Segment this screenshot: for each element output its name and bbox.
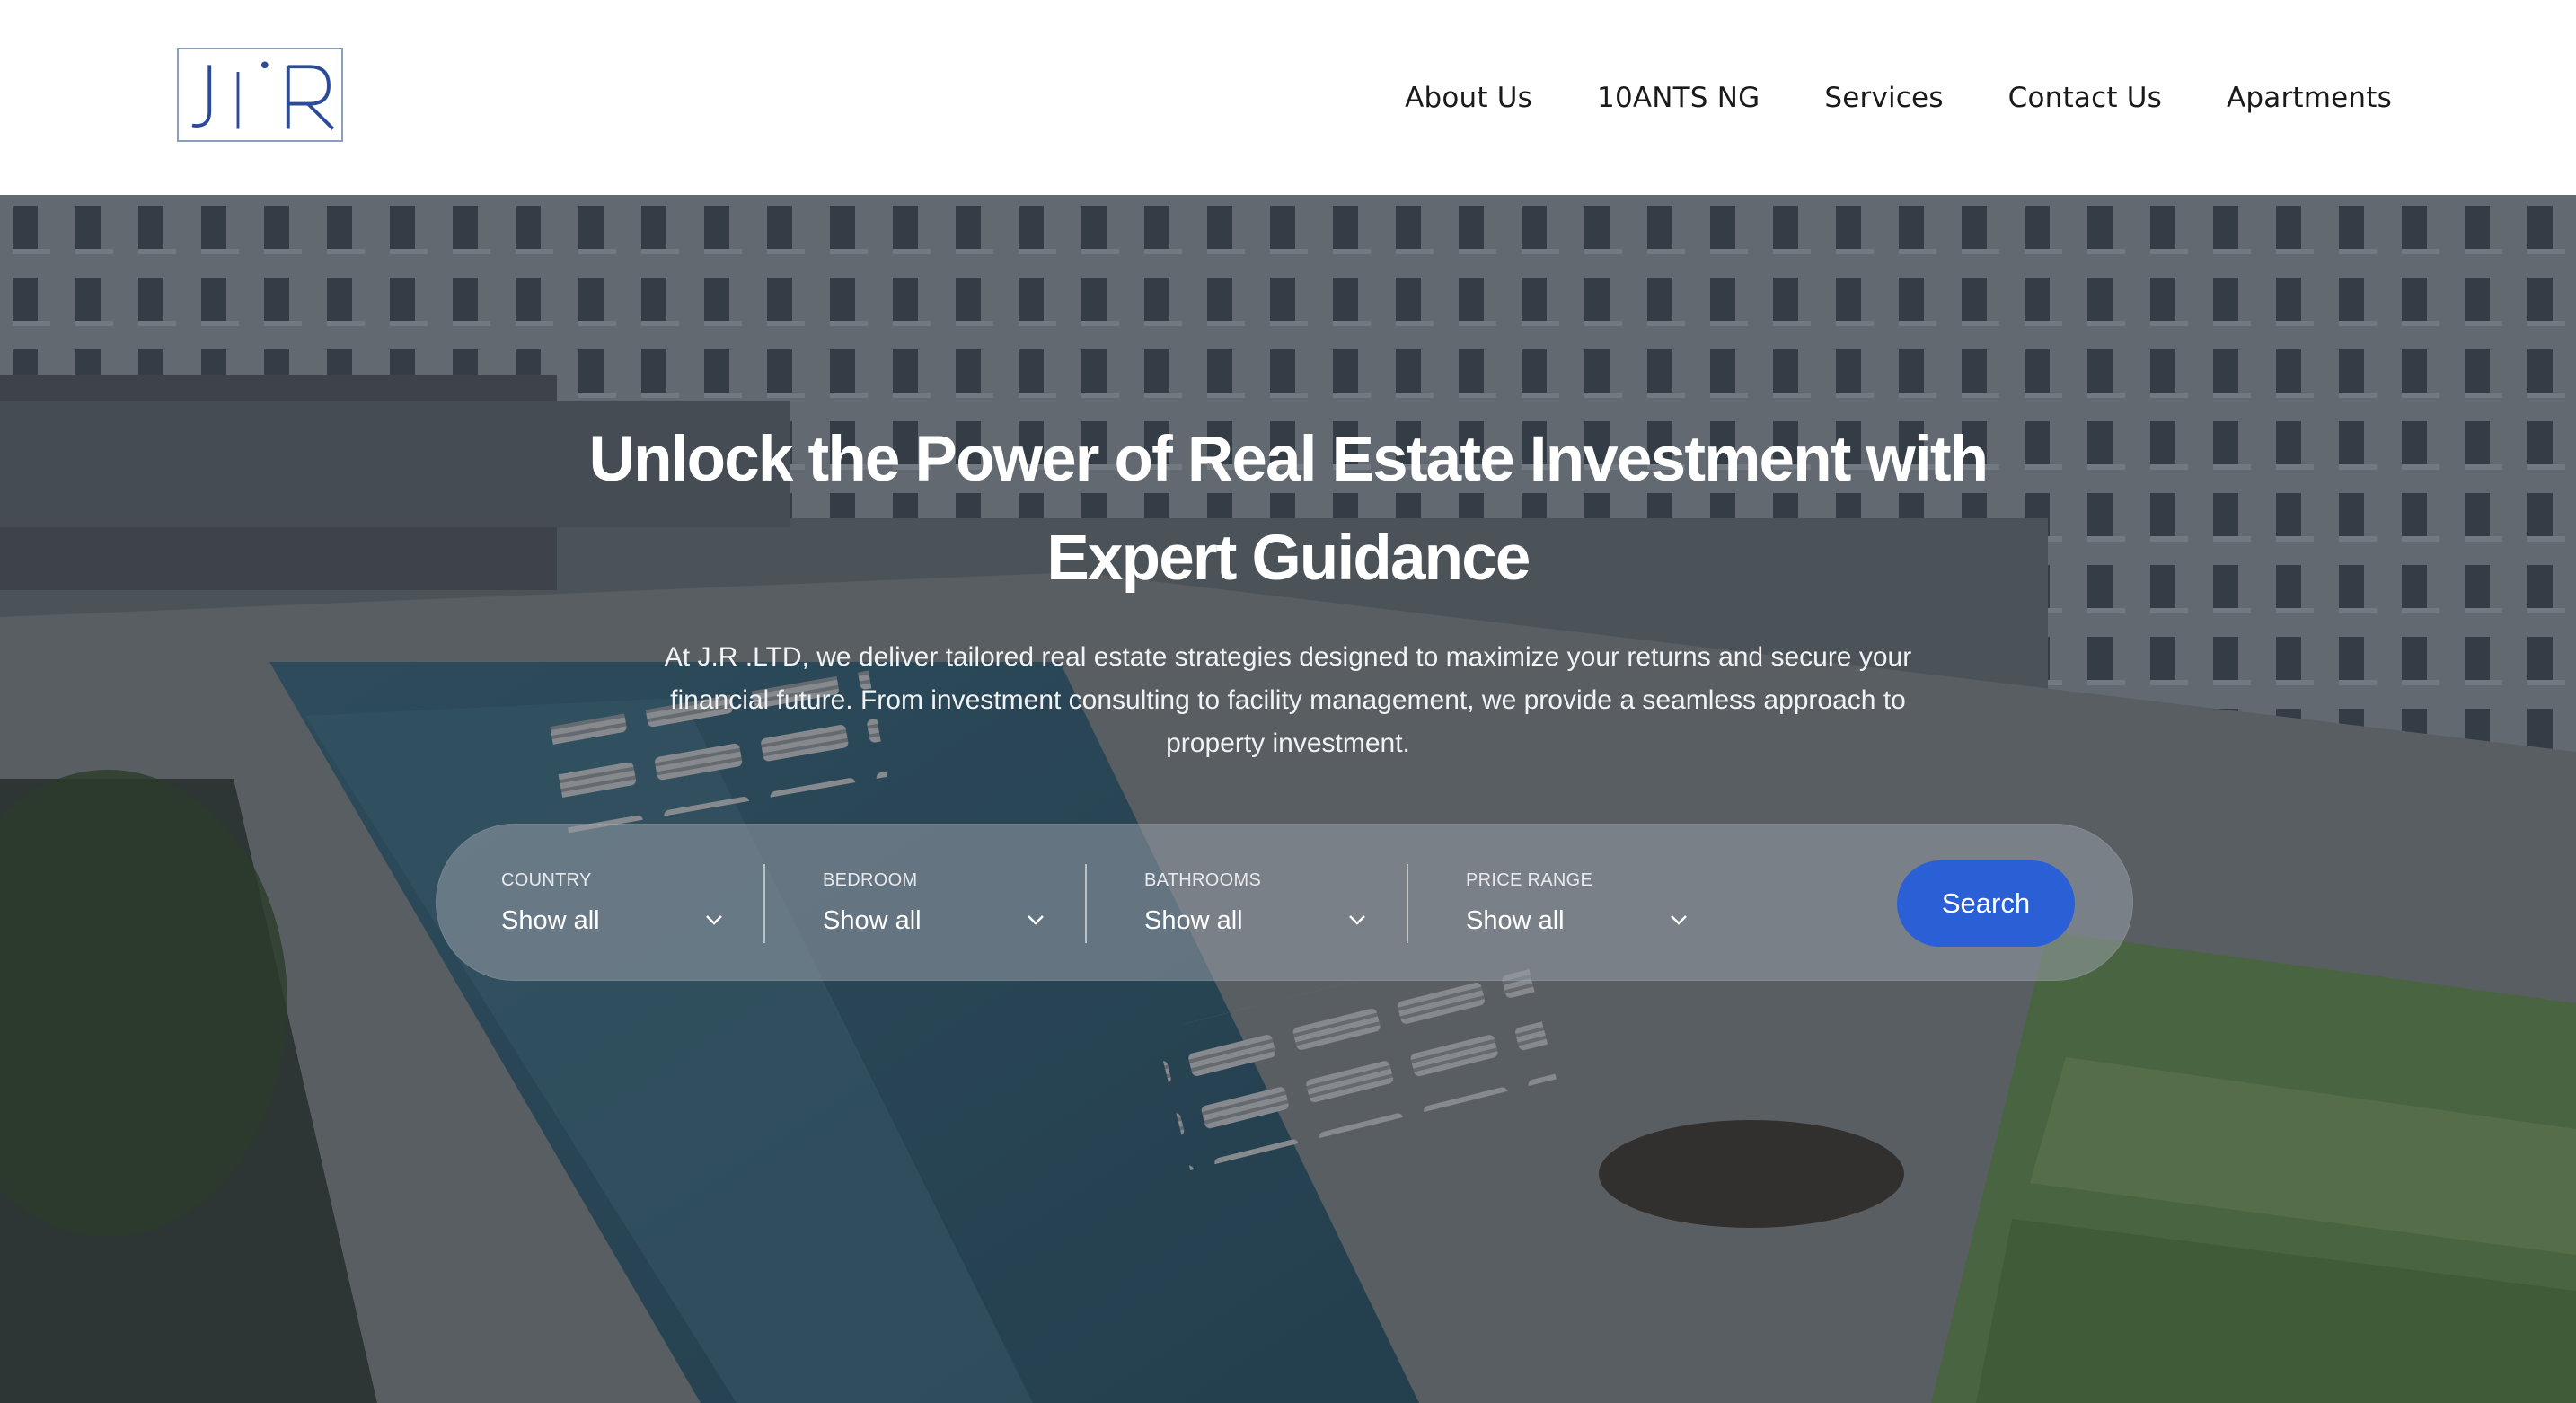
bedroom-value: Show all <box>823 906 922 935</box>
country-value: Show all <box>501 906 600 935</box>
nav-apartments[interactable]: Apartments <box>2227 82 2392 114</box>
hero-dark-overlay <box>0 195 2576 1403</box>
price-range-value: Show all <box>1466 906 1565 935</box>
brand-logo[interactable] <box>177 48 343 142</box>
bathrooms-value: Show all <box>1144 906 1243 935</box>
main-nav: About Us 10ANTS NG Services Contact Us A… <box>1405 0 2392 195</box>
filter-divider <box>1407 864 1408 943</box>
price-range-label: PRICE RANGE <box>1466 870 1593 890</box>
nav-services[interactable]: Services <box>1824 82 1943 114</box>
filter-divider <box>1085 864 1087 943</box>
description-line-3: property investment. <box>1166 728 1410 758</box>
country-label: COUNTRY <box>501 870 592 890</box>
bedroom-select[interactable]: BEDROOM Show all <box>823 825 1092 982</box>
filter-divider <box>763 864 765 943</box>
nav-contact-us[interactable]: Contact Us <box>2008 82 2162 114</box>
chevron-down-icon <box>1671 915 1687 925</box>
country-select[interactable]: COUNTRY Show all <box>501 825 771 982</box>
nav-10ants-ng[interactable]: 10ANTS NG <box>1597 82 1760 114</box>
property-search-bar: COUNTRY Show all BEDROOM Show all BATHRO… <box>436 824 2133 981</box>
headline-line-2: Expert Guidance <box>1046 523 1531 594</box>
description-line-1: At J.R .LTD, we deliver tailored real es… <box>664 642 1912 672</box>
hero-description: At J.R .LTD, we deliver tailored real es… <box>569 636 2007 765</box>
hero-section: Unlock the Power of Real Estate Investme… <box>0 195 2576 1403</box>
bathrooms-label: BATHROOMS <box>1144 870 1262 890</box>
chevron-down-icon <box>1028 915 1044 925</box>
logo-mark-icon <box>191 61 335 130</box>
search-button[interactable]: Search <box>1897 860 2075 947</box>
hero-headline: Unlock the Power of Real Estate Investme… <box>480 410 2096 608</box>
bedroom-label: BEDROOM <box>823 870 918 890</box>
description-line-2: financial future. From investment consul… <box>670 685 1906 715</box>
site-header: About Us 10ANTS NG Services Contact Us A… <box>0 0 2576 195</box>
chevron-down-icon <box>1349 915 1365 925</box>
nav-about-us[interactable]: About Us <box>1405 82 1532 114</box>
chevron-down-icon <box>706 915 722 925</box>
bathrooms-select[interactable]: BATHROOMS Show all <box>1144 825 1414 982</box>
headline-line-1: Unlock the Power of Real Estate Investme… <box>588 424 1989 495</box>
price-range-select[interactable]: PRICE RANGE Show all <box>1466 825 1735 982</box>
